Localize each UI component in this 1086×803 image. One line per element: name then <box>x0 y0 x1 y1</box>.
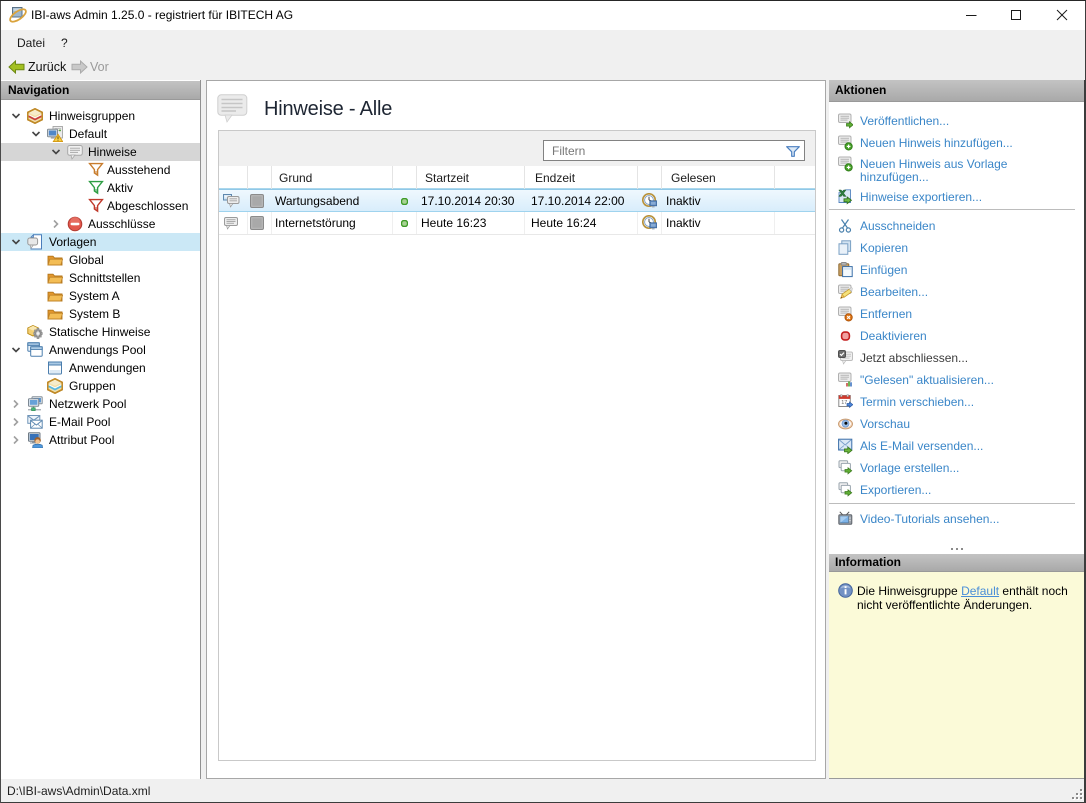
svg-text:17: 17 <box>841 400 847 406</box>
